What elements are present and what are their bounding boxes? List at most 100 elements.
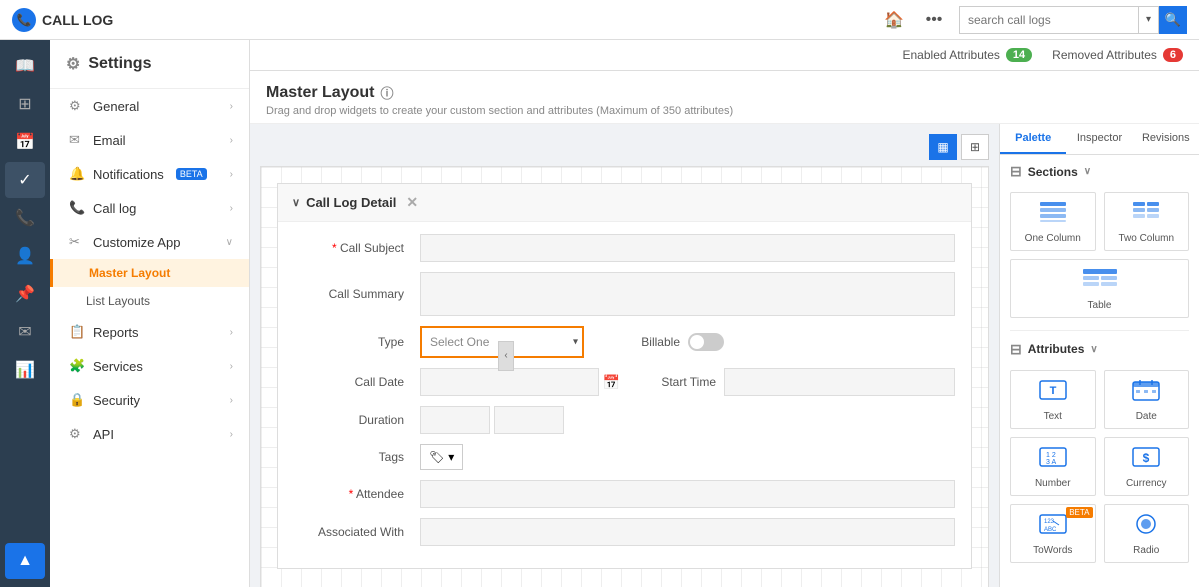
grid-view-btn[interactable]: ▦ (929, 134, 957, 160)
icon-bar-up[interactable]: ▲ (5, 543, 45, 579)
icon-bar-grid[interactable]: ⊞ (5, 86, 45, 122)
input-callsubject[interactable] (420, 234, 955, 262)
tab-palette[interactable]: Palette (1000, 124, 1066, 154)
info-icon: ⓘ (380, 83, 393, 102)
billable-toggle[interactable] (688, 333, 724, 351)
sidebar-item-security[interactable]: 🔒 Security › (50, 383, 249, 417)
sidebar-item-notifications[interactable]: 🔔 Notifications BETA › (50, 157, 249, 191)
home-icon[interactable]: 🏠 (879, 5, 909, 35)
tab-inspector[interactable]: Inspector (1066, 124, 1132, 154)
sidebar-item-general[interactable]: ⚙ General › (50, 89, 249, 123)
removed-attr-label: Removed Attributes (1052, 48, 1157, 62)
icon-bar: 📖 ⊞ 📅 ✓ 📞 👤 📌 ✉ 📊 ▲ (0, 40, 50, 587)
toggle-knob (690, 335, 704, 349)
sidebar-header: ⚙ Settings (50, 40, 249, 89)
palette-item-currency[interactable]: $ Currency (1104, 437, 1190, 496)
app-logo: 📞 CALL LOG (12, 8, 113, 32)
label-starttime: Start Time (636, 375, 716, 389)
calendar-icon[interactable]: 📅 (603, 374, 620, 391)
api-icon: ⚙ (69, 426, 85, 442)
sidebar-item-masterlayout[interactable]: Master Layout (50, 259, 249, 287)
tab-revisions[interactable]: Revisions (1133, 124, 1199, 154)
input-callsummary[interactable] (420, 272, 955, 316)
svg-text:3 A: 3 A (1046, 459, 1056, 466)
reports-icon: 📋 (69, 324, 85, 340)
palette-scroll-space (1000, 573, 1199, 587)
sidebar-item-api[interactable]: ⚙ API › (50, 417, 249, 451)
palette-label-onecolumn: One Column (1025, 233, 1081, 244)
tag-icon: 🏷 (429, 450, 444, 464)
palette-item-number[interactable]: 1 2 3 A Number (1010, 437, 1096, 496)
form-row-associatedwith: Associated With (294, 518, 955, 546)
chevron-services: › (230, 361, 233, 372)
input-associatedwith[interactable] (420, 518, 955, 546)
sidebar-label-notifications: Notifications (93, 167, 164, 182)
palette-item-onecolumn[interactable]: One Column (1010, 192, 1096, 251)
sidebar-item-email[interactable]: ✉ Email › (50, 123, 249, 157)
sections-chevron: ∨ (1084, 166, 1091, 177)
icon-bar-pin[interactable]: 📌 (5, 276, 45, 312)
section-chevron[interactable]: ∨ (292, 196, 300, 209)
label-calldate: Call Date (294, 375, 404, 389)
palette-label-currency: Currency (1126, 478, 1167, 489)
svg-text:123: 123 (1044, 519, 1055, 525)
chevron-email: › (230, 135, 233, 146)
sidebar-item-reports[interactable]: 📋 Reports › (50, 315, 249, 349)
chevron-api: › (230, 429, 233, 440)
icon-bar-book[interactable]: 📖 (5, 48, 45, 84)
enabled-attr-badge: Enabled Attributes 14 (903, 48, 1033, 62)
label-callsummary: Call Summary (294, 287, 404, 301)
builder-wrapper: ▦ ⊞ ∨ Call Log Detail ✕ (250, 124, 1199, 587)
palette-item-twocolumn[interactable]: Two Column (1104, 192, 1190, 251)
palette-label-text: Text (1044, 411, 1062, 422)
palette-item-text[interactable]: T Text (1010, 370, 1096, 429)
search-dropdown[interactable]: ▾ (1139, 6, 1159, 34)
icon-bar-mail[interactable]: ✉ (5, 314, 45, 350)
palette-item-table[interactable]: Table (1010, 259, 1189, 318)
page-header: Master Layout ⓘ Drag and drop widgets to… (250, 71, 1199, 124)
sidebar-item-listlayouts[interactable]: List Layouts (50, 287, 249, 315)
date-attr-icon (1132, 379, 1160, 407)
sidebar-collapse-btn[interactable]: ‹ (498, 341, 514, 371)
input-starttime[interactable] (724, 368, 955, 396)
icon-bar-phone[interactable]: 📞 (5, 200, 45, 236)
search-button[interactable]: 🔍 (1159, 6, 1187, 34)
section-close-btn[interactable]: ✕ (406, 194, 418, 211)
label-attendee: Attendee (294, 487, 404, 501)
input-duration-minutes[interactable] (494, 406, 564, 434)
email-icon: ✉ (69, 132, 85, 148)
notifications-beta-badge: BETA (176, 168, 207, 180)
removed-attr-count: 6 (1163, 48, 1183, 62)
sidebar-item-calllog[interactable]: 📞 Call log › (50, 191, 249, 225)
customize-icon: ✂ (69, 234, 85, 250)
icon-bar-calendar[interactable]: 📅 (5, 124, 45, 160)
icon-bar-chart[interactable]: 📊 (5, 352, 45, 388)
more-icon[interactable]: ••• (919, 5, 949, 35)
palette-label-radio: Radio (1133, 545, 1159, 556)
palette-label-towords: ToWords (1033, 545, 1072, 556)
label-billable: Billable (600, 335, 680, 349)
page-title-text: Master Layout (266, 84, 374, 102)
input-duration-hours[interactable] (420, 406, 490, 434)
canvas-grid: ∨ Call Log Detail ✕ Call Subject (260, 166, 989, 587)
sidebar-item-customize[interactable]: ✂ Customize App ∨ (50, 225, 249, 259)
palette-item-radio[interactable]: Radio (1104, 504, 1190, 563)
icon-bar-tasks[interactable]: ✓ (5, 162, 45, 198)
text-attr-icon: T (1039, 379, 1067, 407)
one-column-icon (1039, 201, 1067, 229)
list-view-btn[interactable]: ⊞ (961, 134, 989, 160)
label-duration: Duration (294, 413, 404, 427)
sidebar-item-services[interactable]: 🧩 Services › (50, 349, 249, 383)
palette-item-towords[interactable]: BETA 123 ABC ToWords (1010, 504, 1096, 563)
services-icon: 🧩 (69, 358, 85, 374)
search-input[interactable] (959, 6, 1139, 34)
palette-label-number: Number (1035, 478, 1071, 489)
tags-button[interactable]: 🏷 ▾ (420, 444, 463, 470)
icon-bar-contacts[interactable]: 👤 (5, 238, 45, 274)
chevron-reports: › (230, 327, 233, 338)
palette-item-date[interactable]: Date (1104, 370, 1190, 429)
chevron-notifications: › (230, 169, 233, 180)
input-calldate[interactable] (420, 368, 599, 396)
input-attendee[interactable] (420, 480, 955, 508)
page-subtitle: Drag and drop widgets to create your cus… (266, 105, 1183, 117)
